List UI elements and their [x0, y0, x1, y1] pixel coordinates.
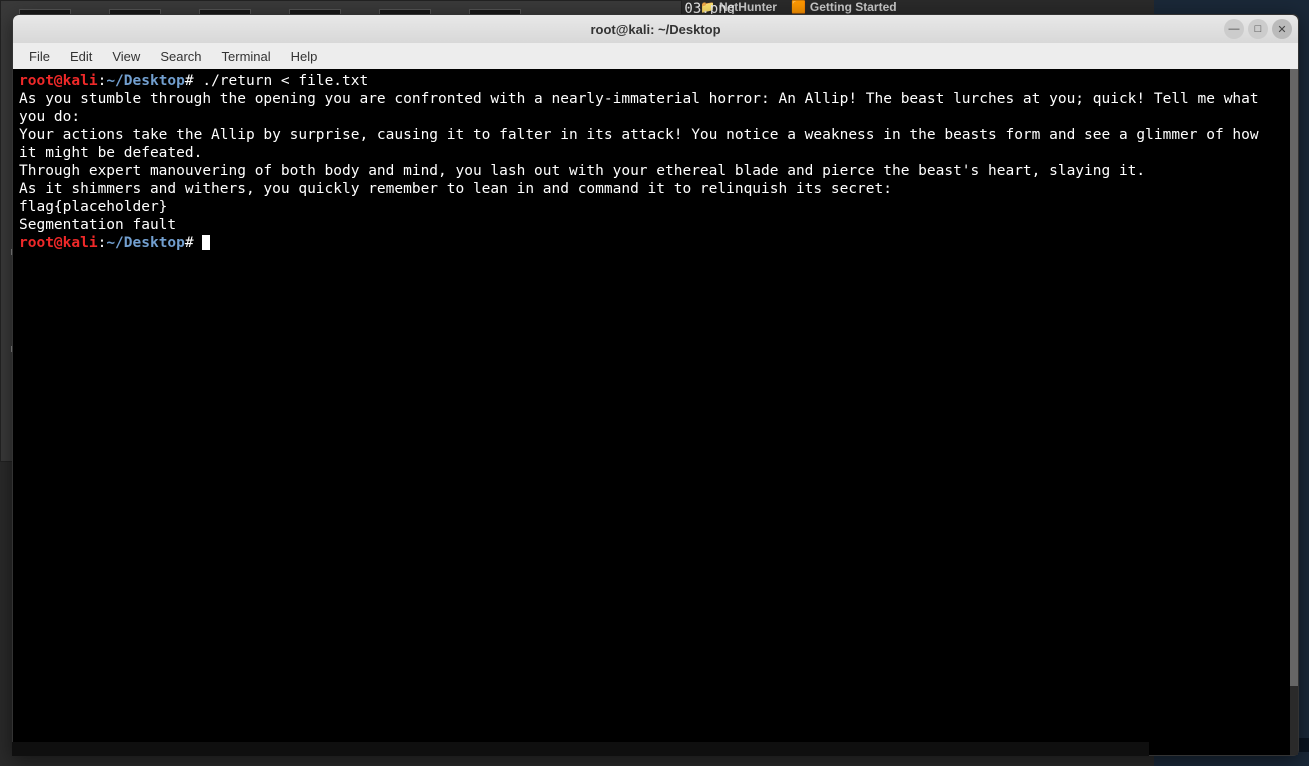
- menu-search[interactable]: Search: [152, 47, 209, 66]
- menu-edit[interactable]: Edit: [62, 47, 100, 66]
- window-close-button[interactable]: ✕: [1272, 19, 1292, 39]
- bookmark-getting-started[interactable]: 🟧 Getting Started: [791, 0, 897, 14]
- titlebar[interactable]: root@kali: ~/Desktop — □ ✕: [13, 15, 1298, 43]
- window-title: root@kali: ~/Desktop: [13, 22, 1298, 37]
- scrollbar-thumb[interactable]: [1290, 69, 1298, 686]
- terminal-body[interactable]: root@kali:~/Desktop# ./return < file.txt…: [13, 69, 1290, 755]
- window-minimize-button[interactable]: —: [1224, 19, 1244, 39]
- scrollbar[interactable]: [1290, 69, 1298, 755]
- window-maximize-button[interactable]: □: [1248, 19, 1268, 39]
- menu-file[interactable]: File: [21, 47, 58, 66]
- bottom-bar: [12, 742, 1149, 756]
- menu-help[interactable]: Help: [283, 47, 326, 66]
- menu-view[interactable]: View: [104, 47, 148, 66]
- terminal-window[interactable]: root@kali: ~/Desktop — □ ✕ FileEditViewS…: [12, 14, 1299, 756]
- menu-terminal[interactable]: Terminal: [214, 47, 279, 66]
- menu-bar[interactable]: FileEditViewSearch TerminalHelp: [13, 43, 1298, 69]
